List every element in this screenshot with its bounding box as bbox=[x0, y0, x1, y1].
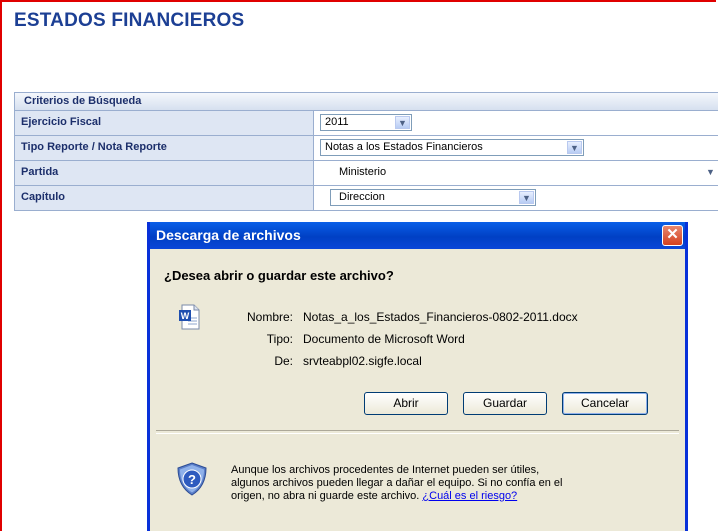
partida-select[interactable]: Ministerio ▼ bbox=[320, 164, 718, 181]
report-type-cell: Notas a los Estados Financieros ▼ bbox=[314, 136, 718, 160]
page-title: ESTADOS FINANCIEROS bbox=[14, 10, 245, 31]
fiscal-year-select[interactable]: 2011 ▼ bbox=[320, 114, 412, 131]
capitulo-label: Capítulo bbox=[15, 186, 314, 210]
criteria-row-report-type: Tipo Reporte / Nota Reporte Notas a los … bbox=[15, 136, 718, 161]
report-type-select[interactable]: Notas a los Estados Financieros ▼ bbox=[320, 139, 584, 156]
cancel-button[interactable]: Cancelar bbox=[562, 392, 648, 415]
save-button[interactable]: Guardar bbox=[463, 392, 547, 415]
file-download-dialog: Descarga de archivos ✕ ¿Desea abrir o gu… bbox=[147, 222, 688, 531]
capitulo-cell: Direccion ▼ bbox=[314, 186, 718, 210]
security-shield-icon: ? bbox=[177, 462, 207, 496]
file-source-label: De: bbox=[274, 354, 293, 368]
word-document-icon: W bbox=[179, 304, 200, 330]
report-type-label: Tipo Reporte / Nota Reporte bbox=[15, 136, 314, 160]
chevron-down-icon[interactable]: ▼ bbox=[567, 141, 582, 154]
dialog-titlebar[interactable]: Descarga de archivos ✕ bbox=[150, 222, 685, 249]
capitulo-value: Direccion bbox=[339, 191, 385, 203]
partida-value: Ministerio bbox=[339, 166, 387, 178]
fiscal-year-label: Ejercicio Fiscal bbox=[15, 111, 314, 135]
file-source-value: srvteabpl02.sigfe.local bbox=[303, 354, 422, 368]
svg-text:W: W bbox=[181, 311, 190, 321]
file-type-value: Documento de Microsoft Word bbox=[303, 332, 465, 346]
criteria-row-capitulo: Capítulo Direccion ▼ bbox=[15, 186, 718, 210]
svg-text:?: ? bbox=[188, 472, 196, 487]
report-type-value: Notas a los Estados Financieros bbox=[325, 141, 483, 153]
capitulo-select[interactable]: Direccion ▼ bbox=[330, 189, 536, 206]
fiscal-year-cell: 2011 ▼ bbox=[314, 111, 718, 135]
file-name-value: Notas_a_los_Estados_Financieros-0802-201… bbox=[303, 310, 578, 324]
chevron-down-icon[interactable]: ▼ bbox=[395, 116, 410, 129]
criteria-header: Criterios de Búsqueda bbox=[15, 93, 718, 111]
fiscal-year-value: 2011 bbox=[325, 116, 349, 128]
chevron-down-icon[interactable]: ▼ bbox=[519, 191, 534, 204]
dialog-separator bbox=[156, 430, 679, 434]
security-warning: Aunque los archivos procedentes de Inter… bbox=[231, 464, 571, 503]
file-name-label: Nombre: bbox=[246, 310, 293, 324]
dialog-title: Descarga de archivos bbox=[156, 227, 301, 243]
risk-link[interactable]: ¿Cuál es el riesgo? bbox=[422, 490, 517, 502]
open-button[interactable]: Abrir bbox=[364, 392, 448, 415]
search-criteria-panel: Criterios de Búsqueda Ejercicio Fiscal 2… bbox=[14, 92, 718, 211]
partida-label: Partida bbox=[15, 161, 314, 185]
criteria-row-partida: Partida Ministerio ▼ bbox=[15, 161, 718, 186]
chevron-down-icon[interactable]: ▼ bbox=[703, 166, 718, 179]
dialog-question: ¿Desea abrir o guardar este archivo? bbox=[164, 268, 394, 283]
criteria-row-fiscal-year: Ejercicio Fiscal 2011 ▼ bbox=[15, 111, 718, 136]
partida-cell: Ministerio ▼ bbox=[314, 161, 718, 185]
file-type-label: Tipo: bbox=[266, 332, 293, 346]
close-button[interactable]: ✕ bbox=[662, 225, 683, 246]
